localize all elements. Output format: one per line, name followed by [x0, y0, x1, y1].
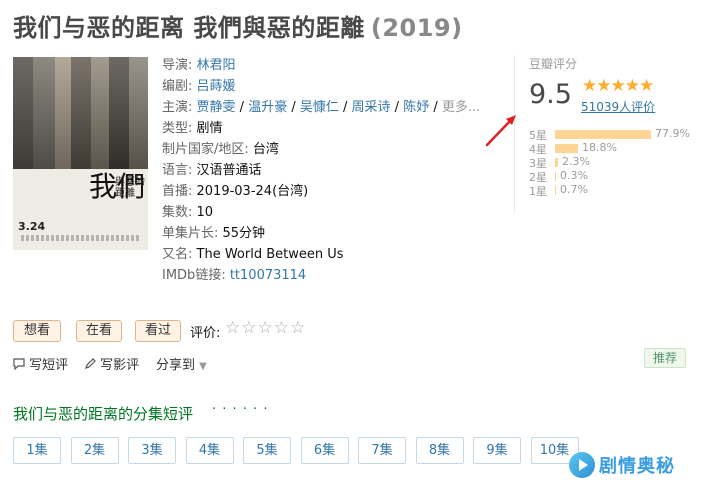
rating-dist-bar	[555, 144, 578, 153]
episodes-label: 集数:	[162, 205, 197, 220]
cast-link[interactable]: 周采诗	[352, 100, 391, 115]
title-year: (2019)	[370, 14, 463, 42]
rate-label: 评价:	[190, 326, 221, 341]
runtime-value: 55分钟	[222, 226, 266, 241]
pencil-icon	[85, 358, 96, 369]
imdb-link[interactable]: tt10073114	[230, 268, 306, 283]
writer-label: 编剧:	[162, 79, 197, 94]
episode-button[interactable]: 7集	[358, 437, 406, 464]
poster-face	[33, 57, 55, 169]
info-block: 导演: 林君阳 编剧: 吕蒔媛 主演: 贾静雯 / 温升豪 / 吴慷仁 / 周采…	[162, 55, 480, 286]
review-link[interactable]: 写影评	[84, 354, 139, 373]
poster-face	[129, 57, 148, 169]
episode-button[interactable]: 8集	[415, 437, 464, 464]
rate-stars-icon[interactable]: ☆☆☆☆☆	[225, 318, 306, 338]
rating-dist-pct: 77.9%	[655, 127, 690, 140]
rating-panel: 豆瓣评分 9.5 ★★★★★ 51039人评价 5星 77.9% 4星 18.8% 3星…	[529, 55, 699, 198]
aka-value: The World Between Us	[196, 247, 344, 262]
episodes-row: 集数: 10	[162, 202, 480, 223]
premiere-row: 首播: 2019-03-24(台湾)	[162, 181, 480, 202]
watched-button[interactable]: 看过	[135, 320, 181, 342]
watching-button[interactable]: 在看	[76, 320, 122, 342]
language-value: 汉语普通话	[196, 163, 262, 178]
episode-button[interactable]: 2集	[70, 437, 119, 464]
episode-button[interactable]: 6集	[300, 437, 349, 464]
language-row: 语言: 汉语普通话	[162, 160, 480, 181]
rating-dist-pct: 0.3%	[560, 169, 588, 182]
poster-face	[91, 57, 109, 169]
poster-date: 3.24	[18, 220, 46, 233]
writer-link[interactable]: 吕蒔媛	[197, 79, 236, 94]
episodes-section-title: 我们与恶的距离的分集短评	[13, 405, 194, 423]
rating-stars-icon: ★★★★★	[582, 76, 654, 96]
cast-link[interactable]: 温升豪	[248, 100, 287, 115]
genre-value: 剧情	[196, 121, 223, 136]
title-text: 我们与恶的距离 我們與惡的距離	[13, 14, 365, 42]
cast-row: 主演: 贾静雯 / 温升豪 / 吴慷仁 / 周采诗 / 陈妤 / 更多...	[162, 100, 481, 115]
imdb-label: IMDb链接:	[162, 268, 230, 283]
cast-more-link[interactable]: 更多...	[442, 100, 480, 115]
imdb-row: IMDb链接: tt10073114	[162, 265, 480, 286]
poster-face	[13, 57, 33, 169]
poster-credits	[21, 235, 139, 241]
runtime-row: 单集片长: 55分钟	[162, 223, 480, 244]
poster-subtitle: 與惡的距離	[115, 177, 145, 199]
review-label: 写影评	[100, 358, 140, 373]
share-label: 分享到	[156, 358, 196, 373]
comment-icon	[13, 358, 25, 371]
writer-row: 编剧: 吕蒔媛	[162, 76, 480, 97]
rating-count-link[interactable]: 51039人评价	[581, 98, 655, 115]
episodes-value: 10	[196, 205, 214, 220]
country-row: 制片国家/地区: 台湾	[162, 139, 480, 160]
red-arrow-icon	[485, 115, 516, 147]
premiere-label: 首播:	[162, 184, 197, 199]
share-link[interactable]: 分享到 ▼	[156, 354, 207, 373]
language-label: 语言:	[162, 163, 197, 178]
rating-dist-pct: 18.8%	[582, 141, 617, 154]
rating-dist-bar	[555, 172, 556, 181]
rating-score: 9.5	[529, 79, 572, 110]
caret-down-icon: ▼	[199, 361, 207, 372]
recommend-button[interactable]: 推荐	[644, 348, 686, 368]
rating-dist-pct: 2.3%	[562, 155, 590, 168]
episode-button[interactable]: 1集	[13, 437, 61, 464]
poster-face	[71, 57, 91, 169]
rating-dist-bar	[555, 158, 558, 167]
director-row: 导演: 林君阳	[162, 55, 480, 76]
play-logo-icon	[569, 452, 595, 478]
aka-label: 又名:	[162, 247, 197, 262]
country-value: 台湾	[252, 142, 279, 157]
premiere-value: 2019-03-24(台湾)	[196, 184, 309, 199]
rating-dist-bar	[555, 130, 651, 139]
genre-label: 类型:	[162, 121, 197, 136]
rating-dist-star: 1星	[529, 185, 547, 198]
want-button[interactable]: 想看	[13, 320, 61, 342]
page-title: 我们与恶的距离 我們與惡的距離 (2019)	[13, 8, 463, 43]
watermark-text: 剧情奥秘	[599, 456, 675, 477]
episode-button[interactable]: 9集	[473, 437, 521, 464]
director-link[interactable]: 林君阳	[197, 58, 236, 73]
genre-row: 类型: 剧情	[162, 118, 480, 139]
rating-heading: 豆瓣评分	[529, 57, 578, 71]
poster-face	[109, 57, 129, 169]
cast-label: 主演:	[162, 100, 197, 115]
section-dots: · · · · · ·	[212, 402, 269, 417]
aka-row: 又名: The World Between Us	[162, 244, 480, 265]
director-label: 导演:	[162, 58, 197, 73]
rating-dist-bar	[555, 186, 556, 195]
country-label: 制片国家/地区:	[162, 142, 253, 157]
watermark: 剧情奥秘	[569, 452, 675, 478]
cast-link[interactable]: 贾静雯	[197, 100, 236, 115]
rating-dist-pct: 0.7%	[560, 183, 588, 196]
short-review-label: 写短评	[29, 358, 69, 373]
episode-button[interactable]: 5集	[243, 437, 291, 464]
runtime-label: 单集片长:	[162, 226, 223, 241]
cast-link[interactable]: 吴慷仁	[300, 100, 339, 115]
episode-button[interactable]: 3集	[128, 437, 176, 464]
cast-link[interactable]: 陈妤	[403, 100, 429, 115]
short-review-link[interactable]: 写短评	[13, 354, 68, 373]
episode-button[interactable]: 4集	[185, 437, 234, 464]
poster-face	[55, 57, 71, 169]
poster-image[interactable]: 我們 與惡的距離 3.24	[13, 57, 148, 250]
